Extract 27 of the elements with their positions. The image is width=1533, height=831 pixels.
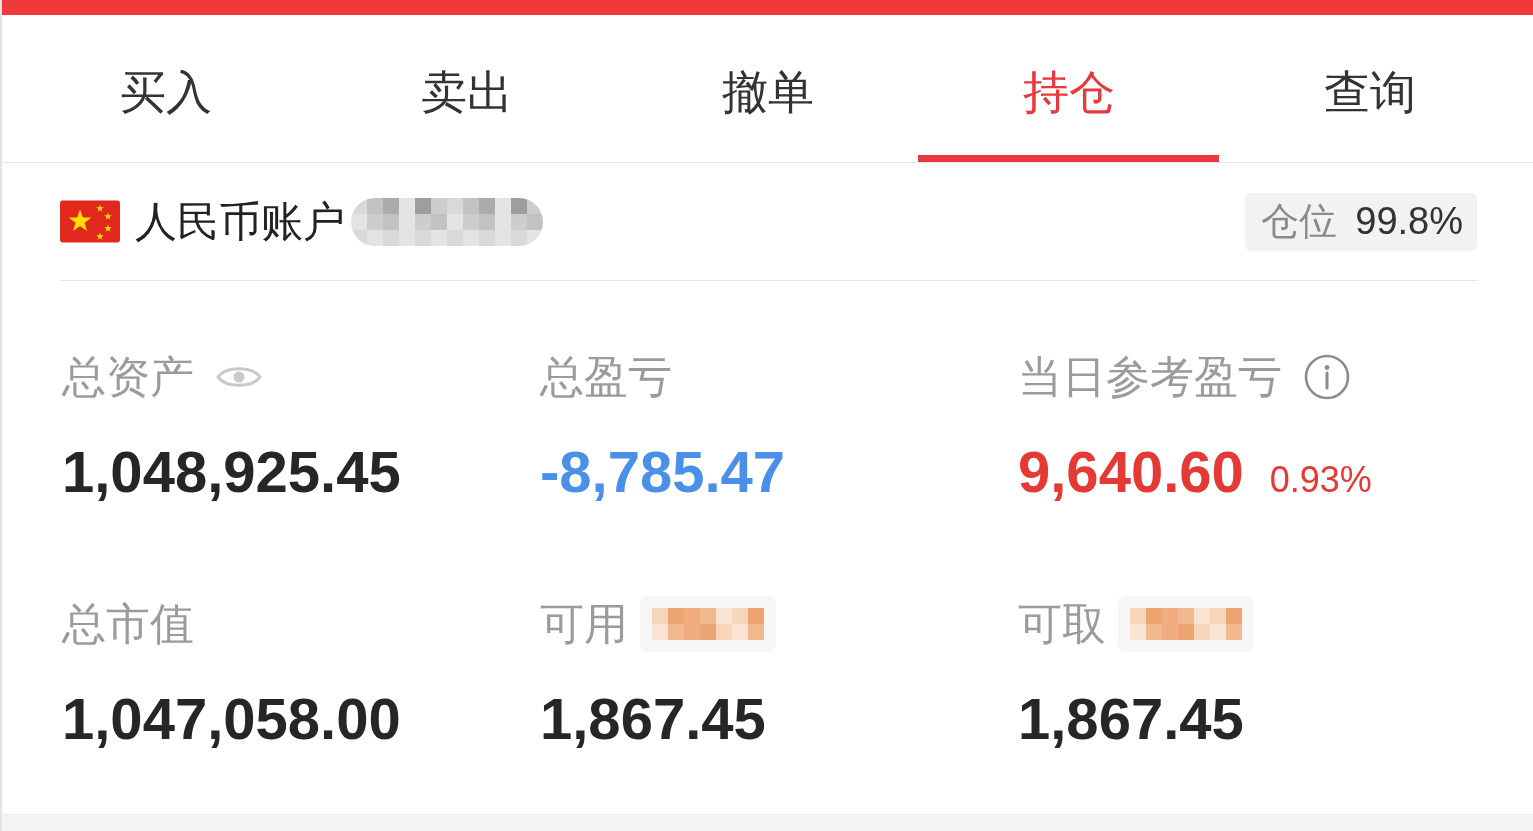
- change-percent: 0.93%: [1269, 459, 1372, 501]
- link-chip[interactable]: [640, 596, 776, 652]
- metric-label: 总市值: [62, 600, 194, 648]
- tab[interactable]: 撤单: [617, 15, 918, 162]
- metric-value: 9,640.60: [1018, 440, 1244, 504]
- mosaic-icon: [1130, 608, 1242, 640]
- position-value: 99.8%: [1355, 200, 1463, 243]
- account-name: 人民币账户: [135, 196, 345, 247]
- mosaic-icon: [652, 608, 764, 640]
- metric-value: 1,867.45: [1018, 687, 1244, 751]
- metric-label: 总盈亏: [540, 353, 672, 401]
- metric-value: 1,047,058.00: [62, 687, 401, 751]
- metric-value: 1,048,925.45: [62, 440, 401, 504]
- metric-label: 当日参考盈亏: [1018, 353, 1282, 401]
- position-label: 仓位: [1261, 199, 1338, 244]
- tab[interactable]: 卖出: [316, 15, 617, 162]
- metric-value: 1,867.45: [540, 687, 766, 751]
- tab[interactable]: 持仓: [918, 15, 1219, 162]
- metric-label: 总资产: [62, 353, 194, 401]
- metric-label: 可用: [540, 600, 628, 648]
- tab[interactable]: 买入: [15, 15, 316, 162]
- metric-label: 可取: [1018, 600, 1106, 648]
- link-chip[interactable]: [1118, 596, 1254, 652]
- tab[interactable]: 查询: [1219, 15, 1520, 162]
- china-flag-icon: [60, 199, 120, 244]
- info-icon[interactable]: [1304, 354, 1350, 400]
- metric-value: -8,785.47: [540, 440, 786, 504]
